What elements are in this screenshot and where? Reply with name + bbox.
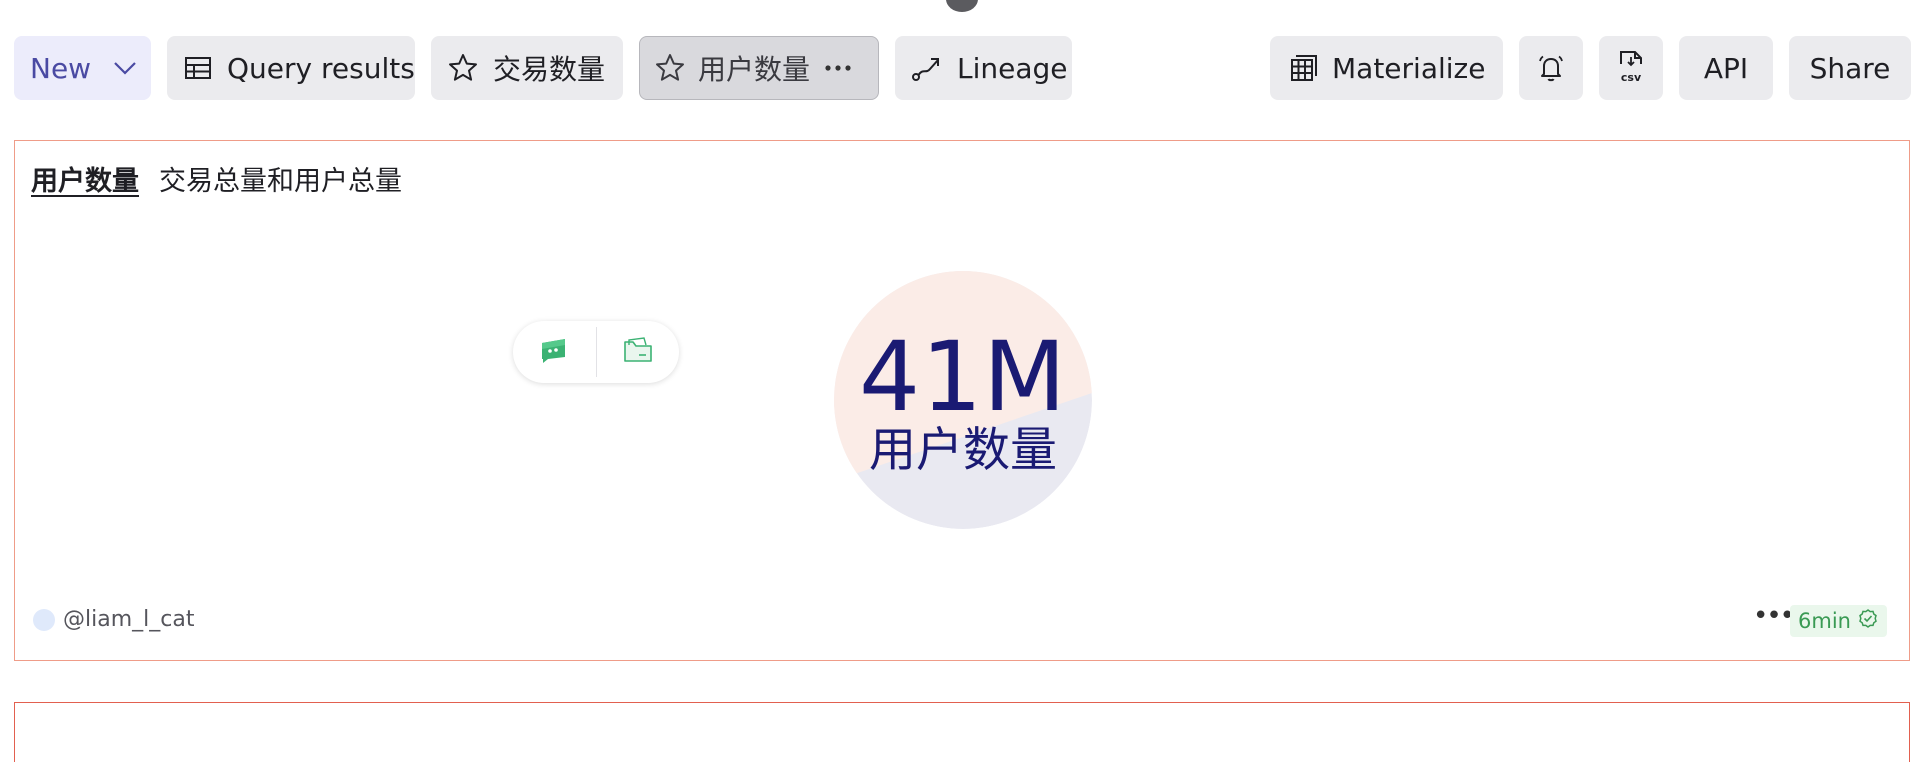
table-icon (183, 52, 213, 84)
alert-button[interactable] (1519, 36, 1583, 100)
download-csv-button[interactable]: csv (1599, 36, 1663, 100)
kpi-counter: 41M 用户数量 (834, 271, 1092, 529)
new-button[interactable]: New (14, 36, 151, 100)
grid-stack-icon (1286, 52, 1318, 84)
materialize-button[interactable]: Materialize (1270, 36, 1503, 100)
age-label: 6min (1798, 609, 1851, 633)
star-icon (447, 52, 479, 84)
floating-toolbar (513, 321, 679, 383)
lineage-button[interactable]: Lineage (895, 36, 1072, 100)
panel-header: 用户数量 交易总量和用户总量 (31, 159, 402, 198)
kpi-label: 用户数量 (869, 423, 1057, 478)
csv-icon-text: csv (1621, 71, 1642, 84)
new-label: New (30, 51, 92, 85)
share-button[interactable]: Share (1789, 36, 1911, 100)
check-circle-icon (1857, 608, 1879, 635)
author-link[interactable]: @liam_l_cat (33, 607, 194, 632)
lineage-label: Lineage (957, 51, 1068, 85)
more-options-icon[interactable] (822, 52, 854, 84)
kpi-value: 41M (859, 321, 1067, 433)
panel-title[interactable]: 用户数量 (31, 159, 139, 198)
comment-button[interactable] (513, 321, 596, 383)
favorite-users-button[interactable]: 用户数量 (639, 36, 879, 100)
favorite-tx-button[interactable]: 交易数量 (431, 36, 623, 100)
favorite-users-label: 用户数量 (698, 53, 811, 86)
avatar (33, 608, 55, 631)
materialize-label: Materialize (1332, 51, 1486, 85)
folder-icon (622, 335, 654, 369)
api-button[interactable]: API (1679, 36, 1773, 100)
share-label: Share (1809, 51, 1891, 85)
query-results-button[interactable]: Query results (167, 36, 415, 100)
star-icon (654, 52, 686, 84)
drag-handle[interactable] (946, 0, 978, 12)
favorite-tx-label: 交易数量 (493, 53, 606, 86)
bell-icon (1535, 52, 1567, 84)
csv-file-icon: csv (1614, 48, 1648, 88)
panel-subtitle: 交易总量和用户总量 (159, 166, 402, 197)
next-visualization-panel (14, 702, 1910, 762)
folder-button[interactable] (597, 321, 680, 383)
query-results-label: Query results (227, 51, 415, 85)
visualization-panel: 用户数量 交易总量和用户总量 41M 用户数量 @liam_l_cat ••• … (14, 140, 1910, 661)
toolbar: New Query results 交易数量 用户数量 Lineage Mate… (0, 36, 1922, 100)
api-label: API (1703, 51, 1749, 85)
lineage-icon (911, 52, 943, 84)
more-options-icon[interactable]: ••• (1753, 601, 1795, 631)
comment-icon (539, 335, 569, 369)
status-badge: 6min (1790, 605, 1887, 637)
author-name: @liam_l_cat (63, 607, 195, 632)
chevron-down-icon (109, 52, 141, 84)
